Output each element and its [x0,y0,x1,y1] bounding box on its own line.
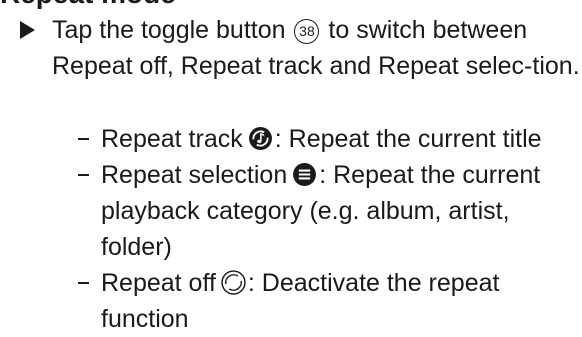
list-dash [78,174,89,176]
list-dash [78,282,89,284]
option-text: Repeat track : Repeat the current title [101,121,581,157]
document-page: Repeat mode Tap the toggle button 38 to … [0,0,582,336]
step-text: Tap the toggle button 38 to switch betwe… [52,12,580,84]
option-text: Repeat selection: Repeat the current pla… [101,157,581,265]
option-label: Repeat off [101,269,216,297]
option-label: Repeat selection [101,161,288,189]
repeat-track-icon [248,126,273,151]
repeat-selection-icon [292,162,317,187]
bullet-triangle-icon [20,21,35,39]
option-description: : Repeat the current title [274,125,542,153]
option-text: Repeat off: Deactivate the repeat functi… [101,265,581,337]
list-dash [78,138,89,140]
option-label: Repeat track [101,125,243,153]
section-heading: Repeat mode [0,0,176,10]
reference-number-badge: 38 [294,19,320,44]
repeat-off-icon [221,270,246,295]
step-text-before: Tap the toggle button [52,16,293,44]
